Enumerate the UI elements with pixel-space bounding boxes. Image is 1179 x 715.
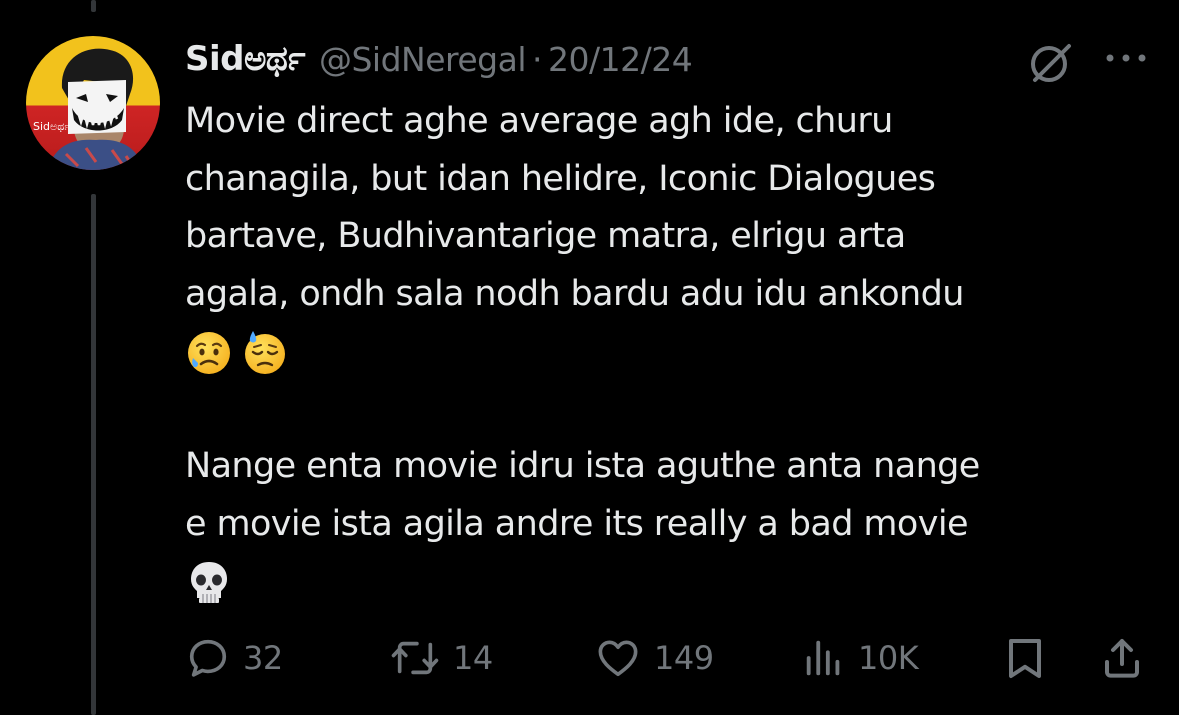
views-icon [806, 640, 840, 676]
tweet-text: Movie direct aghe average agh ide, churu… [185, 93, 1145, 611]
sad-but-relieved-face-emoji [188, 332, 230, 374]
bookmark-button[interactable] [1003, 630, 1059, 686]
bookmark-icon [1009, 639, 1041, 678]
reply-button[interactable]: 32 [185, 630, 283, 686]
tweet-text-line: e movie ista agila andre its really a ba… [185, 503, 968, 544]
avatar[interactable] [26, 36, 160, 170]
more-icon[interactable] [1102, 46, 1150, 70]
tweet-text-line: Movie direct aghe average agh ide, churu [185, 101, 893, 141]
views-button[interactable]: 10K [802, 630, 919, 686]
tweet-header: Sidಅರ್ಥ @SidNeregal · 20/12/24 [185, 33, 693, 85]
tweet-text-line: chanagila, but idan helidre, Iconic Dial… [185, 158, 936, 199]
repost-icon [391, 641, 439, 675]
tweet-text-line: agala, ondh sala nodh bardu adu idu anko… [185, 273, 964, 314]
like-button[interactable]: 149 [594, 630, 714, 686]
emoji-line [185, 323, 1145, 381]
thread-line [91, 0, 96, 12]
author-handle[interactable]: @SidNeregal [319, 40, 527, 79]
thread-line [91, 194, 96, 715]
no-reply-icon [1031, 44, 1071, 82]
action-bar: 32 14 149 10K [185, 630, 1155, 686]
reply-count: 32 [243, 639, 283, 677]
separator-dot: · [532, 39, 543, 79]
views-count: 10K [858, 639, 919, 677]
like-count: 149 [654, 639, 714, 677]
tweet-date[interactable]: 20/12/24 [548, 40, 693, 79]
share-button[interactable] [1100, 630, 1156, 686]
tweet-text-line: Nange enta movie idru ista aguthe anta n… [185, 446, 980, 486]
author-display-name[interactable]: Sidಅರ್ಥ [185, 39, 305, 79]
tweet-text-line: bartave, Budhivantarige matra, elrigu ar… [185, 216, 906, 256]
share-icon [1105, 639, 1139, 678]
repost-button[interactable]: 14 [389, 630, 493, 686]
reply-icon [189, 639, 227, 677]
avatar-badge-text: Sidಅರ್ಥ [33, 120, 71, 133]
skull-emoji [191, 562, 227, 603]
paragraph-break [185, 381, 1145, 439]
like-icon [598, 640, 638, 677]
downcast-face-with-sweat-emoji [245, 331, 285, 374]
emoji-line [185, 553, 1145, 611]
repost-count: 14 [453, 639, 493, 677]
tweet[interactable]: Sidಅರ್ಥ Sidಅರ್ಥ @SidNeregal · 20/12/24 M… [0, 0, 1179, 715]
